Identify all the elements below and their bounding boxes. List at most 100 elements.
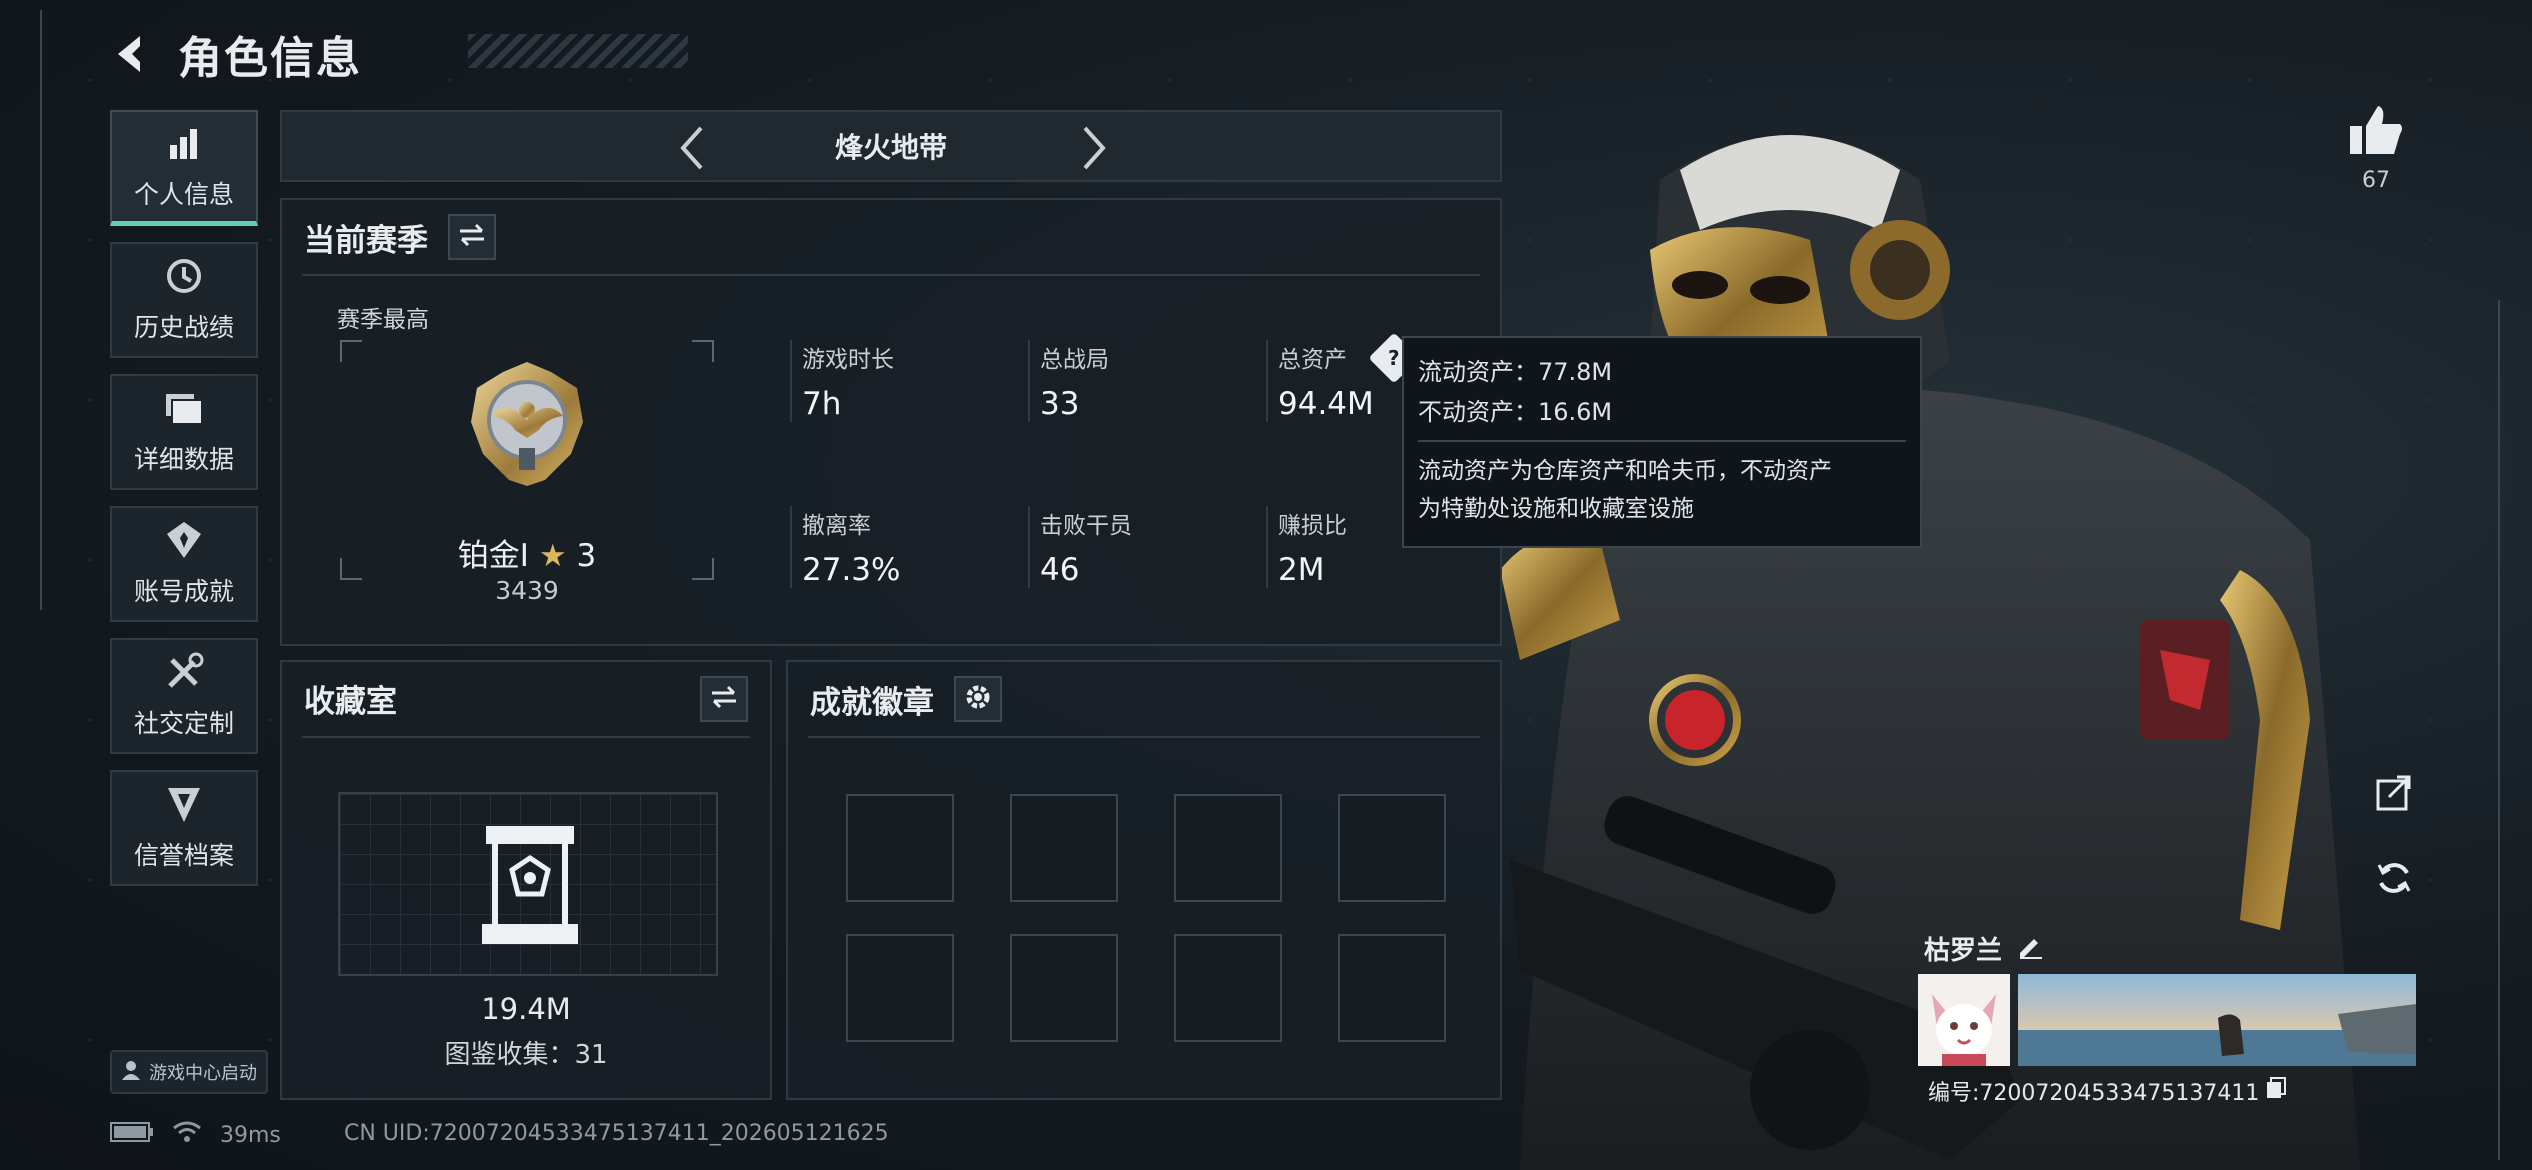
copy-icon[interactable] (2265, 1076, 2287, 1106)
battery-icon (110, 1121, 154, 1149)
gear-icon (964, 683, 992, 715)
tooltip-liquid-assets: 流动资产：77.8M (1418, 358, 1613, 386)
badge-slot[interactable] (1010, 934, 1118, 1042)
rank-emblem-icon (467, 358, 587, 488)
rank-name: 铂金Ⅰ ★ 3 (340, 530, 714, 575)
season-panel-title: 当前赛季 (304, 222, 428, 259)
switch-collection-button[interactable] (700, 676, 748, 722)
tooltip-note-1: 流动资产为仓库资产和哈夫币，不动资产 (1418, 458, 1832, 484)
assets-tooltip: 流动资产：77.8M 不动资产：16.6M 流动资产为仓库资产和哈夫币，不动资产… (1402, 336, 1922, 548)
frame-line (2460, 300, 2500, 1160)
stat-label: 撤离率 (802, 513, 871, 539)
side-nav: 个人信息 历史战绩 详细数据 账号成就 社交定制 信誉档案 (110, 110, 258, 902)
badges-panel: 成就徽章 (786, 660, 1502, 1100)
player-id: 编号:72007204533475137411 (1928, 1081, 2260, 1106)
nav-item-social[interactable]: 社交定制 (110, 638, 258, 754)
tooltip-note-2: 为特勤处设施和收藏室设施 (1418, 496, 1694, 522)
share-button[interactable] (2364, 764, 2424, 824)
nav-item-achievements[interactable]: 账号成就 (110, 506, 258, 622)
stat-label: 击败干员 (1040, 513, 1132, 539)
stat-value: 33 (1040, 386, 1080, 422)
back-arrow-icon[interactable] (108, 30, 156, 78)
season-panel: 当前赛季 赛季最高 铂金Ⅰ ★ 3 3439 游戏时长 7h 总战局 33 总资… (280, 198, 1502, 646)
nav-label: 账号成就 (133, 577, 234, 606)
rank-card: 铂金Ⅰ ★ 3 3439 (340, 340, 714, 605)
nav-item-details[interactable]: 详细数据 (110, 374, 258, 490)
ping-value: 39ms (220, 1122, 281, 1148)
rank-score: 3439 (495, 576, 559, 605)
collection-value: 19.4M (481, 992, 571, 1026)
stat-label: 总战局 (1040, 347, 1109, 373)
stat-value: 7h (802, 386, 842, 422)
nav-item-personal-info[interactable]: 个人信息 (110, 110, 258, 226)
collection-count: 图鉴收集：31 (444, 1040, 608, 1070)
like-widget[interactable]: 67 (2346, 104, 2406, 193)
nav-label: 社交定制 (133, 709, 234, 738)
badge-slot[interactable] (1174, 794, 1282, 902)
badges-title: 成就徽章 (810, 684, 934, 721)
divider (302, 736, 750, 738)
title-decoration (468, 34, 688, 68)
badge-slot[interactable] (1010, 794, 1118, 902)
nav-label: 历史战绩 (133, 313, 234, 342)
divider (1418, 440, 1906, 442)
collection-display[interactable] (338, 792, 718, 976)
uid-text: CN UID:72007204533475137411_202605121625 (344, 1121, 889, 1146)
stat-value: 46 (1040, 552, 1080, 588)
history-icon (164, 256, 204, 296)
nav-label: 详细数据 (133, 445, 234, 474)
user-icon (121, 1060, 141, 1085)
page-title: 角色信息 (178, 33, 362, 84)
star-icon: ★ (538, 538, 567, 574)
switch-season-button[interactable] (448, 214, 496, 260)
tooltip-fixed-assets: 不动资产：16.6M (1418, 398, 1613, 426)
swap-icon (710, 685, 738, 713)
stat-value: 2M (1278, 552, 1325, 588)
share-icon (2375, 773, 2413, 815)
nav-item-credit[interactable]: 信誉档案 (110, 770, 258, 886)
mode-title: 烽火地带 (834, 131, 947, 164)
game-center-button[interactable]: 游戏中心启动 (110, 1050, 268, 1094)
edit-pencil-icon[interactable] (2016, 931, 2044, 966)
game-center-label: 游戏中心启动 (149, 1063, 257, 1084)
badge-slot[interactable] (1338, 794, 1446, 902)
frame-corner (340, 340, 362, 362)
player-id-row: 编号:72007204533475137411 (1928, 1075, 2287, 1107)
folder-icon (164, 388, 204, 428)
collection-panel: 收藏室 19.4M 图鉴收集：31 (280, 660, 772, 1100)
nav-item-history[interactable]: 历史战绩 (110, 242, 258, 358)
stat-extraction-rate: 撤离率 27.3% (790, 506, 1010, 588)
refresh-button[interactable] (2364, 850, 2424, 910)
badge-slot[interactable] (846, 934, 954, 1042)
rank-title: 铂金Ⅰ (457, 538, 529, 574)
badge-slot[interactable] (846, 794, 954, 902)
divider (302, 274, 1480, 276)
bar-chart-icon (164, 123, 204, 163)
stat-kills: 击败干员 46 (1028, 506, 1248, 588)
display-case-icon (480, 822, 580, 950)
badge-slot[interactable] (1174, 934, 1282, 1042)
stat-value: 27.3% (802, 552, 901, 588)
wifi-icon (172, 1120, 202, 1150)
stat-playtime: 游戏时长 7h (790, 340, 1010, 422)
frame-line (40, 10, 80, 610)
nav-label: 个人信息 (133, 179, 234, 209)
stat-label: 游戏时长 (802, 347, 894, 373)
avatar[interactable] (1918, 974, 2010, 1066)
thumbs-up-icon (2346, 104, 2406, 160)
season-best-label: 赛季最高 (337, 307, 429, 333)
collection-title: 收藏室 (304, 684, 397, 720)
mode-selector: 烽火地带 (280, 110, 1502, 182)
nav-label: 信誉档案 (133, 841, 234, 870)
player-name: 枯罗兰 (1924, 936, 2003, 966)
profile-banner[interactable] (2018, 974, 2416, 1066)
frame-corner (692, 340, 714, 362)
prev-mode-chevron-icon[interactable] (670, 126, 714, 170)
header: 角色信息 (108, 22, 688, 86)
refresh-icon (2375, 859, 2413, 901)
badge-settings-button[interactable] (954, 676, 1002, 722)
next-mode-chevron-icon[interactable] (1072, 126, 1116, 170)
status-bar: 39ms (110, 1120, 281, 1150)
shield-icon (164, 784, 204, 824)
badge-slot[interactable] (1338, 934, 1446, 1042)
